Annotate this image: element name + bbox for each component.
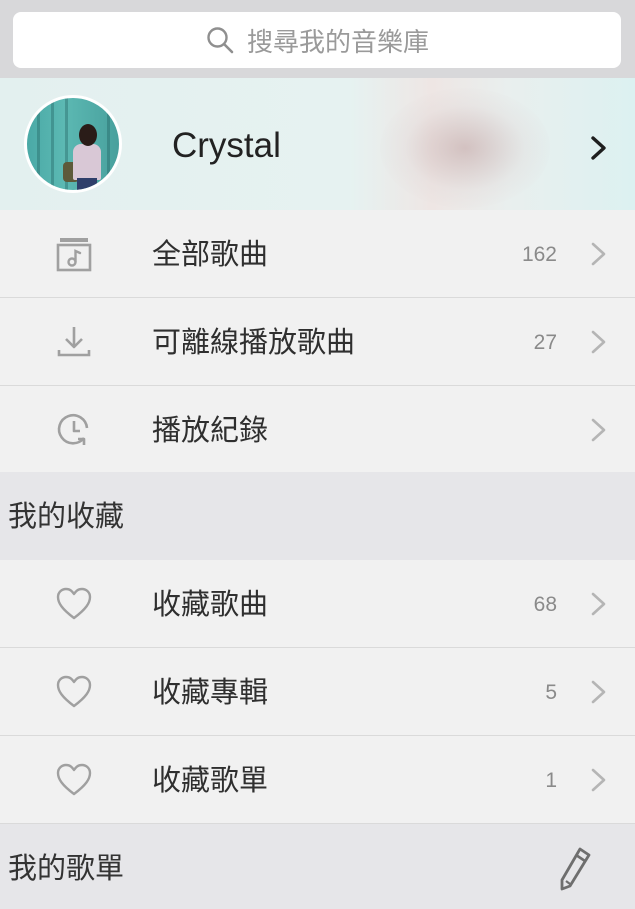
list-item-favorite-songs[interactable]: 收藏歌曲 68 [0,560,635,648]
list-item-label: 收藏歌單 [152,763,269,797]
search-icon [207,27,234,54]
list-item-label: 全部歌曲 [152,237,269,271]
list-item-count: 68 [533,593,557,616]
list-item-count: 5 [545,681,557,704]
heart-icon [56,675,92,708]
profile-chevron-icon [591,136,606,160]
music-file-icon [56,238,92,272]
list-item-offline-songs[interactable]: 可離線播放歌曲 27 [0,298,635,386]
chevron-right-icon [591,768,606,792]
heart-icon [56,763,92,796]
section-title: 我的收藏 [8,499,125,533]
history-icon [57,413,89,445]
search-placeholder: 搜尋我的音樂庫 [246,27,429,58]
heart-icon [56,587,92,620]
list-item-favorite-albums[interactable]: 收藏專輯 5 [0,648,635,736]
list-item-label: 收藏專輯 [152,675,269,709]
list-item-play-history[interactable]: 播放紀錄 [0,386,635,474]
chevron-right-icon [591,592,606,616]
list-item-count: 1 [545,769,557,792]
chevron-right-icon [591,330,606,354]
list-item-label: 收藏歌曲 [152,587,269,621]
profile-background-blur [380,88,550,208]
chevron-right-icon [591,680,606,704]
section-header-my-playlists: 我的歌單 [0,824,635,909]
avatar[interactable] [24,95,122,193]
pencil-icon[interactable] [558,846,592,892]
chevron-right-icon [591,418,606,442]
section-header-favorites: 我的收藏 [0,472,635,560]
list-item-count: 162 [521,243,557,266]
list-item-label: 播放紀錄 [152,413,269,447]
search-input[interactable]: 搜尋我的音樂庫 [13,12,621,68]
list-item-all-songs[interactable]: 全部歌曲 162 [0,210,635,298]
download-icon [57,327,91,357]
chevron-right-icon [591,242,606,266]
profile-name: Crystal [172,126,281,165]
section-title: 我的歌單 [8,851,125,885]
list-item-label: 可離線播放歌曲 [152,325,356,359]
profile-header[interactable] [0,78,635,210]
list-item-count: 27 [533,331,557,354]
list-item-favorite-playlists[interactable]: 收藏歌單 1 [0,736,635,824]
search-bar: 搜尋我的音樂庫 [0,0,635,78]
